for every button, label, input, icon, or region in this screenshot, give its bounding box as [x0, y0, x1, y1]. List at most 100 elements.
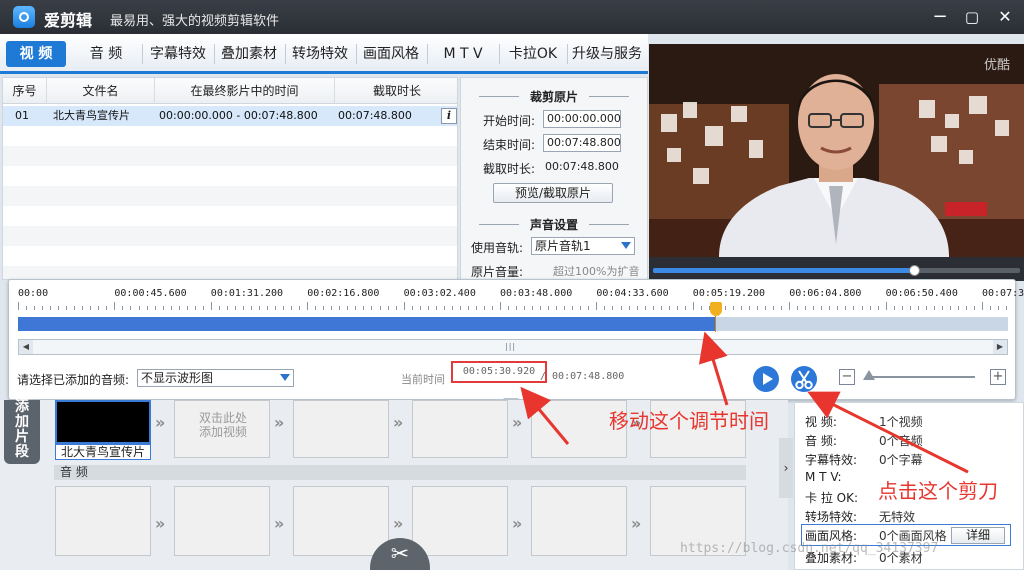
empty-row: [3, 146, 457, 166]
maximize-button[interactable]: ▢: [961, 6, 983, 28]
ruler-tick: [500, 302, 501, 310]
ruler-tick: [982, 302, 983, 310]
chevron-down-icon: [280, 374, 290, 381]
col-header-duration[interactable]: 截取时长: [335, 78, 457, 104]
empty-audio-slot[interactable]: [55, 486, 151, 556]
playhead-handle-icon[interactable]: [709, 302, 722, 316]
ruler-tick: [138, 306, 140, 310]
video-clip-thumbnail[interactable]: 北大青鸟宣传片: [55, 400, 151, 460]
ruler-tick: [411, 306, 413, 310]
summary-value: 1个视频: [879, 415, 923, 429]
tab-overlay-material[interactable]: 叠加素材: [217, 41, 281, 67]
summary-key: 字幕特效:: [805, 453, 858, 467]
current-time-label: 当前时间: [401, 373, 445, 386]
start-time-input[interactable]: 00:00:00.000: [543, 110, 621, 128]
app-slogan: 最易用、强大的视频剪辑软件: [110, 14, 280, 29]
ruler-tick: [813, 306, 815, 310]
add-clip-side-tab[interactable]: 添 加 片 段: [4, 400, 40, 464]
volume-label: 原片音量:: [471, 265, 524, 279]
tab-separator: [427, 44, 428, 64]
zoom-slider-knob-icon[interactable]: [863, 370, 875, 380]
close-button[interactable]: ✕: [994, 6, 1016, 28]
ruler-tick: [765, 306, 767, 310]
summary-key: 视 频:: [805, 415, 837, 429]
ruler-tick-label: 00:03:02.400: [403, 288, 476, 299]
col-header-filename[interactable]: 文件名: [47, 78, 155, 104]
waveform-select[interactable]: 不显示波形图: [137, 369, 294, 387]
ruler-tick: [194, 306, 196, 310]
timeline-track[interactable]: [18, 317, 1008, 331]
ruler-tick: [941, 306, 943, 310]
ruler-tick: [869, 306, 871, 310]
ruler-tick: [628, 306, 630, 310]
tab-mtv[interactable]: M T V: [431, 41, 495, 67]
cut-scissor-button[interactable]: [791, 366, 817, 392]
tab-video[interactable]: 视 频: [6, 41, 66, 67]
summary-key: M T V:: [805, 470, 842, 484]
video-preview[interactable]: 优酷: [649, 44, 1024, 257]
tab-transitions[interactable]: 转场特效: [288, 41, 352, 67]
empty-video-slot[interactable]: [412, 400, 508, 458]
tab-karaoke[interactable]: 卡拉OK: [502, 41, 564, 67]
playhead-line: [714, 316, 716, 332]
duration-label: 截取时长:: [483, 162, 536, 176]
ruler-tick: [877, 306, 879, 310]
side-tab-char: 加: [15, 414, 29, 430]
preview-progress-bar[interactable]: [653, 265, 1020, 276]
zoom-slider[interactable]: [863, 370, 975, 380]
summary-key: 卡 拉 OK:: [805, 491, 858, 505]
ruler-tick: [307, 302, 309, 310]
ruler-tick: [339, 306, 341, 310]
zoom-out-button[interactable]: −: [839, 369, 855, 385]
scroll-grip-icon[interactable]: |||: [505, 342, 516, 351]
add-video-slot[interactable]: 双击此处 添加视频: [174, 400, 270, 458]
ruler-tick: [773, 306, 775, 310]
ruler-tick: [130, 306, 132, 310]
side-tab-char: 添: [15, 399, 29, 415]
end-time-input[interactable]: 00:07:48.800: [543, 134, 621, 152]
empty-video-slot[interactable]: [293, 400, 389, 458]
preview-crop-button[interactable]: 预览/截取原片: [493, 183, 613, 203]
ruler-tick: [122, 306, 124, 310]
preview-frame: [649, 44, 1024, 257]
empty-audio-slot[interactable]: [412, 486, 508, 556]
tab-picture-style[interactable]: 画面风格: [359, 41, 423, 67]
ruler-tick-label: 00:07:36.00: [982, 288, 1024, 299]
tab-upgrade-service[interactable]: 升级与服务: [570, 41, 644, 67]
ruler-tick: [250, 306, 252, 310]
empty-audio-slot[interactable]: [531, 486, 627, 556]
detail-button[interactable]: 详细: [951, 527, 1005, 544]
ruler-tick: [837, 306, 839, 310]
col-header-time-range[interactable]: 在最终影片中的时间: [155, 78, 335, 104]
tab-subtitle-effects[interactable]: 字幕特效: [146, 41, 210, 67]
expand-panel-button[interactable]: ›: [779, 438, 793, 498]
scroll-right-icon[interactable]: ▶: [993, 340, 1007, 354]
tab-audio[interactable]: 音 频: [76, 41, 136, 67]
scissor-icon: [795, 370, 813, 390]
minimize-button[interactable]: −: [929, 6, 951, 28]
ruler-tick: [186, 306, 188, 310]
crop-section-title: 裁剪原片: [461, 88, 647, 105]
chevron-right-icon: »: [155, 413, 166, 432]
audio-track-value: 原片音轨1: [535, 239, 591, 253]
ruler-tick: [202, 306, 204, 310]
summary-key: 转场特效:: [805, 510, 858, 524]
end-time-label: 结束时间:: [483, 138, 536, 152]
ruler-tick: [684, 306, 686, 310]
table-row[interactable]: 01 北大青鸟宣传片 00:00:00.000 - 00:07:48.800 0…: [3, 106, 457, 126]
empty-audio-slot[interactable]: [293, 486, 389, 556]
blog-watermark: https://blog.csdn.net/qq_34137397: [680, 541, 939, 556]
timeline-scrollbar[interactable]: ◀ ||| ▶: [18, 339, 1008, 355]
scroll-left-icon[interactable]: ◀: [19, 340, 33, 354]
zoom-in-button[interactable]: +: [990, 369, 1006, 385]
play-button[interactable]: [753, 366, 779, 392]
audio-track-select[interactable]: 原片音轨1: [531, 237, 635, 255]
clip-info-button[interactable]: i: [441, 108, 457, 124]
ruler-tick: [998, 306, 1000, 310]
waveform-select-value: 不显示波形图: [141, 371, 214, 385]
preview-progress-knob[interactable]: [908, 265, 920, 276]
empty-audio-slot[interactable]: [174, 486, 270, 556]
ruler-tick: [226, 306, 228, 310]
timeline-ruler[interactable]: 00:00 00:00:45.600 00:01:31.200 00:02:16.80…: [9, 280, 1024, 310]
col-header-index[interactable]: 序号: [3, 78, 47, 104]
